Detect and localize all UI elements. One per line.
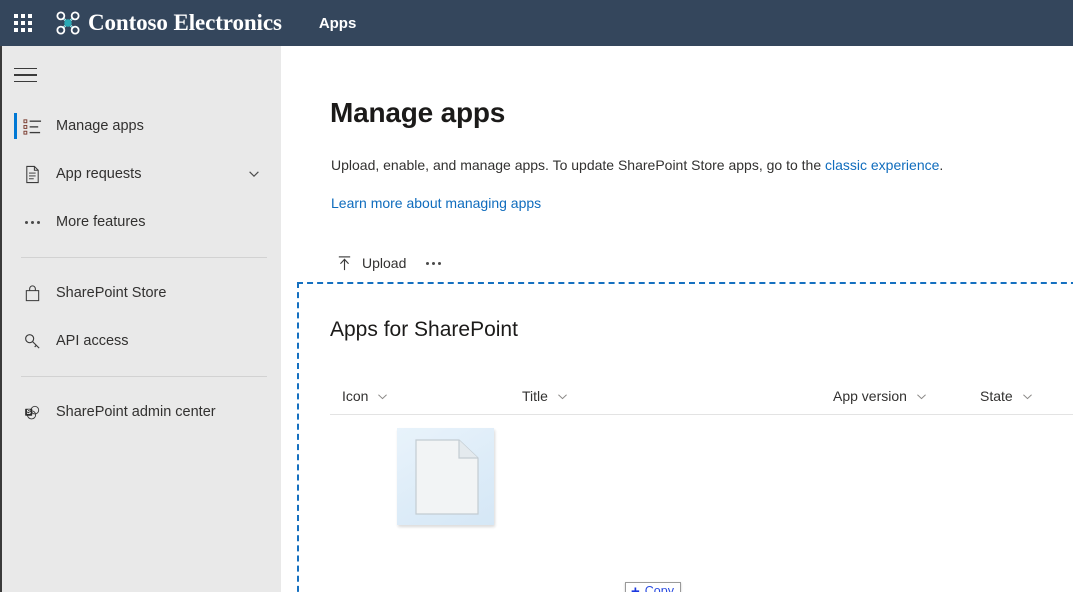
suite-header-bar: Contoso Electronics Apps [0,0,1073,46]
column-header-icon[interactable]: Icon [342,388,389,404]
command-bar: Upload [326,244,450,282]
table-header-row: Icon Title App version State [330,376,1073,415]
ellipsis-icon [425,261,441,265]
column-header-app-version[interactable]: App version [833,388,928,404]
drag-copy-label: Copy [644,584,674,592]
chevron-down-icon[interactable] [247,167,261,181]
more-commands-button[interactable] [416,244,450,282]
apps-table: Icon Title App version State [330,376,1073,415]
sidebar-item-more-features[interactable]: More features [0,198,281,246]
suite-nav-apps[interactable]: Apps [319,15,357,32]
upload-button-label: Upload [362,255,407,271]
sidebar-item-label: API access [56,333,129,349]
page-description: Upload, enable, and manage apps. To upda… [331,157,943,173]
brand-area[interactable]: Contoso Electronics [55,0,282,46]
page-description-suffix: . [939,157,944,173]
sidebar-item-app-requests[interactable]: App requests [0,150,281,198]
drag-copy-badge: + Copy [625,582,681,592]
nav-collapse-button[interactable] [14,60,46,90]
shopping-bag-icon [21,282,43,304]
document-icon [21,163,43,185]
nav-divider [21,257,267,258]
section-title: Apps for SharePoint [330,318,518,341]
app-launcher-button[interactable] [0,0,46,46]
bulleted-list-icon [21,115,43,137]
sidebar-item-label: App requests [56,166,142,182]
sidebar-item-manage-apps[interactable]: Manage apps [0,102,281,150]
main-content: Manage apps Upload, enable, and manage a… [281,46,1073,592]
chevron-down-icon [558,393,567,399]
learn-more-link[interactable]: Learn more about managing apps [331,195,541,211]
upload-button[interactable]: Upload [326,244,416,282]
sidebar-item-label: Manage apps [56,118,144,134]
ellipsis-icon [21,211,43,233]
nav-items-container: Manage apps App requests More features S… [0,102,281,436]
file-document-icon [415,439,479,515]
chevron-down-icon [378,393,388,399]
page-title: Manage apps [330,97,506,128]
app-root: Contoso Electronics Apps Manage apps App… [0,0,1073,592]
sidebar-item-api-access[interactable]: API access [0,317,281,365]
drag-ghost-image [397,428,497,528]
sidebar-item-label: SharePoint admin center [56,404,216,420]
key-icon [21,330,43,352]
classic-experience-link[interactable]: classic experience [825,157,939,173]
nav-divider [21,376,267,377]
plus-icon: + [631,583,640,592]
sidebar-item-sharepoint-store[interactable]: SharePoint Store [0,269,281,317]
left-navigation: Manage apps App requests More features S… [0,46,281,592]
column-header-label: Icon [342,388,369,404]
sidebar-item-label: More features [56,214,146,230]
chevron-down-icon [917,393,926,399]
page-description-text: Upload, enable, and manage apps. To upda… [331,157,825,173]
contoso-drone-logo-icon [56,11,80,35]
sharepoint-logo-icon: S [21,401,43,423]
upload-arrow-icon [336,255,353,272]
sidebar-item-sharepoint-admin-center[interactable]: S SharePoint admin center [0,388,281,436]
svg-text:S: S [26,409,31,416]
column-header-label: App version [833,388,907,404]
column-header-title[interactable]: Title [522,388,569,404]
column-header-label: Title [522,388,548,404]
waffle-icon [14,14,32,32]
sidebar-item-label: SharePoint Store [56,285,167,301]
column-header-state[interactable]: State [980,388,1034,404]
chevron-down-icon [1022,393,1032,399]
column-header-label: State [980,388,1013,404]
brand-title: Contoso Electronics [88,10,282,35]
